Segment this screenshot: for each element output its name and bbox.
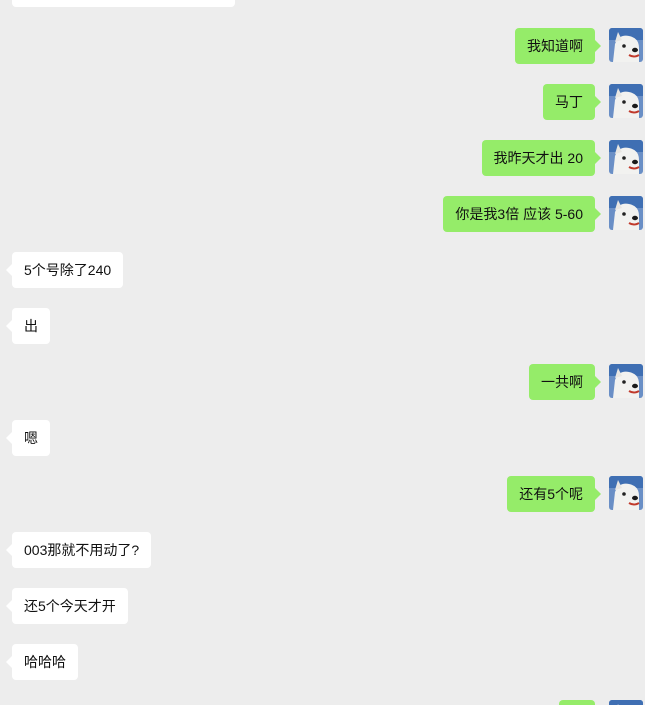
message-row-outgoing: 你是我3倍 应该 5-60 [0, 196, 645, 232]
message-bubble-incoming[interactable]: 还5个今天才开 [6, 588, 128, 624]
cut-off-message-bubble [12, 0, 235, 7]
message-row-outgoing: 还有5个呢 [0, 476, 645, 512]
message-bubble-outgoing[interactable] [559, 700, 595, 705]
message-bubble-incoming[interactable]: 哈哈哈 [6, 644, 78, 680]
message-row-outgoing: 我知道啊 [0, 28, 645, 64]
dog-avatar-icon[interactable] [609, 84, 643, 118]
message-bubble-incoming[interactable]: 003那就不用动了? [5, 532, 152, 568]
dog-avatar-icon[interactable] [609, 196, 643, 230]
message-bubble-outgoing[interactable]: 还有5个呢 [507, 476, 601, 512]
message-bubble-outgoing[interactable]: 我知道啊 [515, 28, 601, 64]
message-bubble-outgoing[interactable]: 我昨天才出 20 [481, 140, 602, 176]
message-row-outgoing: 马丁 [0, 84, 645, 120]
dog-avatar-icon[interactable] [609, 364, 643, 398]
message-row-incoming: 哈哈哈 [0, 644, 645, 680]
message-bubble-outgoing[interactable]: 一共啊 [529, 364, 601, 400]
message-row-outgoing: 我昨天才出 20 [0, 140, 645, 176]
message-bubble-outgoing[interactable]: 马丁 [543, 84, 601, 120]
message-bubble-incoming[interactable]: 5个号除了240 [5, 252, 124, 288]
message-row-incoming: 003那就不用动了? [0, 532, 645, 568]
dog-avatar-icon[interactable] [609, 476, 643, 510]
message-row-incoming: 嗯 [0, 420, 645, 456]
message-row-outgoing [0, 700, 645, 705]
dog-avatar-icon[interactable] [609, 140, 643, 174]
message-bubble-incoming[interactable]: 嗯 [6, 420, 50, 456]
message-bubble-incoming[interactable]: 出 [6, 308, 50, 344]
message-row-incoming: 5个号除了240 [0, 252, 645, 288]
message-row-outgoing: 一共啊 [0, 364, 645, 400]
message-row-incoming: 还5个今天才开 [0, 588, 645, 624]
dog-avatar-icon[interactable] [609, 700, 643, 705]
chat-window: 我知道啊 马丁 我昨天才出 20 你是我3倍 应该 5-60 5个号除了240 … [0, 0, 645, 705]
dog-avatar-icon[interactable] [609, 28, 643, 62]
message-bubble-outgoing[interactable]: 你是我3倍 应该 5-60 [443, 196, 601, 232]
message-row-incoming: 出 [0, 308, 645, 344]
